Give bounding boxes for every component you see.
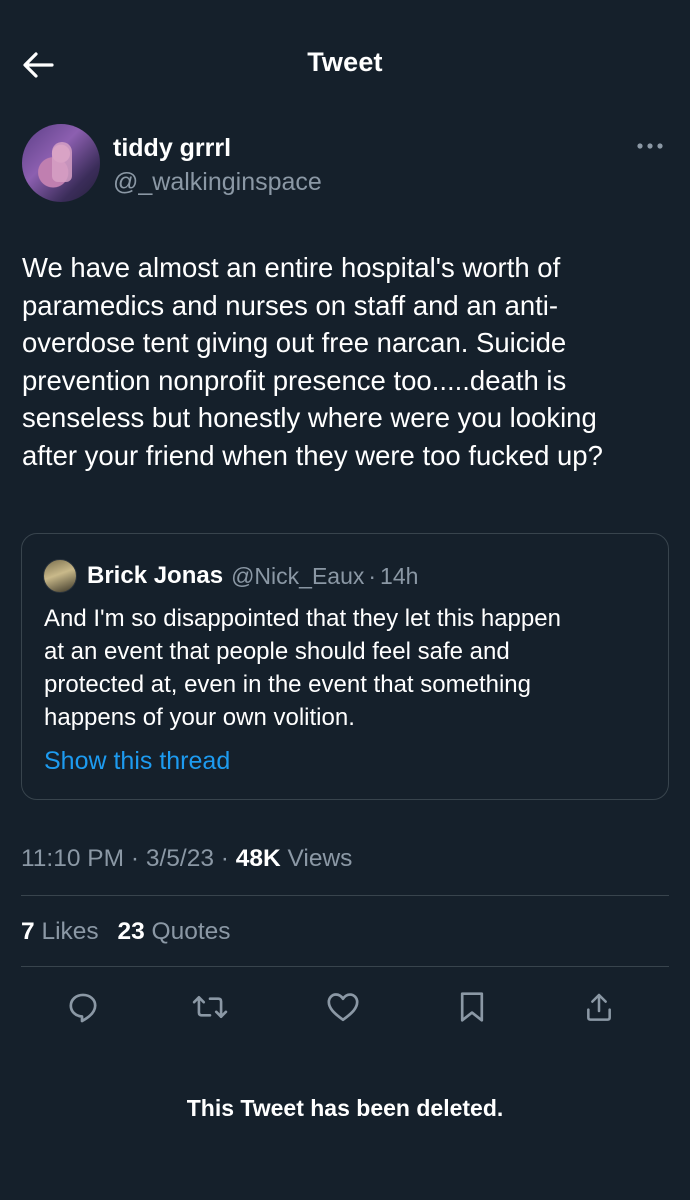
tweet-actions (0, 985, 690, 1029)
likes-count: 7 (21, 918, 35, 945)
tweet-time[interactable]: 11:10 PM (21, 845, 124, 872)
top-bar: Tweet (0, 0, 690, 128)
tweet-metadata: 11:10 PM · 3/5/23 · 48K Views (21, 845, 352, 873)
retweet-icon (192, 995, 228, 1019)
bookmark-icon (460, 992, 484, 1022)
tweet-author: tiddy grrrl @_walkinginspace (22, 124, 670, 206)
quoted-display-name: Brick Jonas (87, 562, 224, 589)
avatar-figure (52, 142, 72, 182)
tweet-text: We have almost an entire hospital's wort… (22, 252, 603, 471)
quoted-timestamp: 14h (380, 562, 419, 589)
views-label: Views (280, 845, 353, 872)
more-horizontal-icon (637, 143, 663, 149)
author-handle[interactable]: @_walkinginspace (113, 168, 322, 197)
bookmark-button[interactable] (450, 985, 494, 1029)
share-icon (587, 993, 611, 1021)
quotes-label: Quotes (144, 918, 231, 945)
quoted-tweet-text: And I'm so disappointed that they let th… (44, 605, 561, 731)
page-title: Tweet (307, 47, 383, 77)
author-display-name[interactable]: tiddy grrrl (113, 134, 231, 163)
quoted-tweet[interactable]: Brick Jonas @Nick_Eaux · 14h And I'm so … (21, 533, 669, 800)
likes-label: Likes (34, 918, 99, 945)
separator-dot: · (213, 845, 236, 872)
more-options-button[interactable] (634, 134, 666, 158)
share-button[interactable] (577, 985, 621, 1029)
quoted-tweet-header: Brick Jonas @Nick_Eaux · 14h (43, 559, 419, 593)
separator-dot: · (368, 562, 377, 589)
heart-icon (327, 993, 359, 1022)
deleted-tweet-notice: This Tweet has been deleted. (186, 1095, 504, 1121)
show-thread-link[interactable]: Show this thread (44, 747, 230, 776)
tweet-date[interactable]: 3/5/23 (146, 845, 214, 872)
quotes-count: 23 (117, 918, 145, 945)
quotes-stat[interactable]: 23 Quotes (117, 918, 230, 945)
views-count: 48K (235, 845, 281, 872)
quoted-handle: @Nick_Eaux (231, 562, 365, 589)
divider (21, 966, 669, 967)
like-button[interactable] (321, 985, 365, 1029)
divider (21, 895, 669, 896)
engagement-stats: 7 Likes 23 Quotes (21, 918, 243, 946)
quoted-avatar (43, 559, 77, 593)
retweet-button[interactable] (188, 985, 232, 1029)
likes-stat[interactable]: 7 Likes (21, 918, 99, 945)
reply-icon (69, 993, 97, 1023)
avatar[interactable] (22, 124, 100, 202)
separator-dot: · (124, 845, 146, 872)
reply-button[interactable] (61, 985, 105, 1029)
